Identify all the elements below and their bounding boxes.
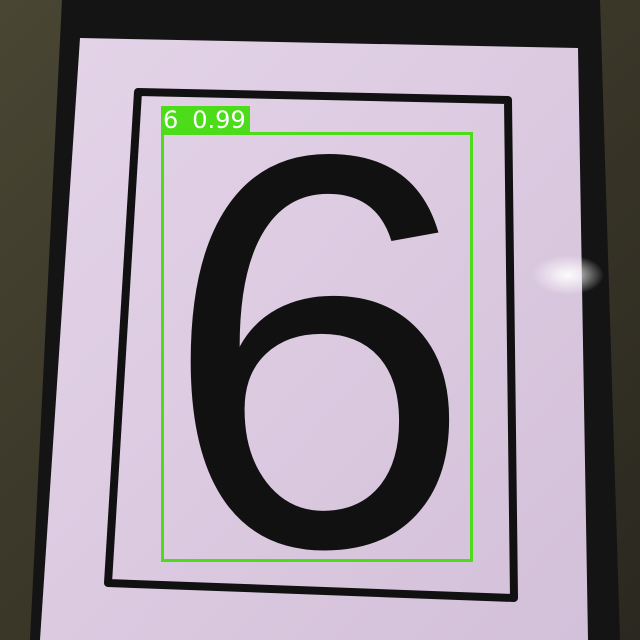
detection-class: 6 [163, 106, 179, 134]
light-glare [532, 255, 604, 295]
detection-confidence: 0.99 [192, 106, 246, 134]
detection-label: 6 0.99 [161, 106, 250, 134]
detection-bounding-box [161, 132, 473, 562]
photo-scene: 6 6 0.99 [0, 0, 640, 640]
